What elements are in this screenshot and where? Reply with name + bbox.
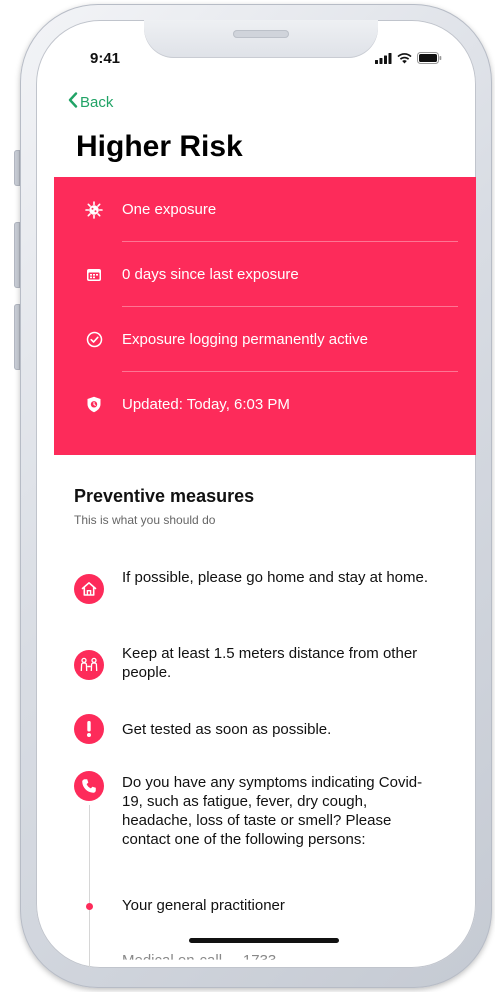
contact-item-medical-on-call[interactable]: Medical on-call ... 1733 bbox=[122, 952, 276, 960]
page-title: Higher Risk bbox=[76, 130, 243, 163]
signal-icon bbox=[375, 51, 392, 69]
risk-row-label: One exposure bbox=[122, 201, 217, 218]
risk-row-logging-status: Exposure logging permanently active bbox=[84, 307, 458, 372]
section-title: Preventive measures bbox=[74, 486, 255, 506]
speaker-grille bbox=[233, 30, 289, 38]
contact-bullet bbox=[86, 903, 93, 910]
back-label: Back bbox=[80, 93, 114, 111]
wifi-icon bbox=[397, 51, 412, 69]
phone-icon bbox=[74, 771, 104, 801]
home-indicator bbox=[189, 938, 339, 943]
risk-summary-card: One exposure 0 days since last exposure … bbox=[54, 177, 476, 455]
status-icons bbox=[375, 51, 442, 69]
battery-icon bbox=[417, 51, 442, 69]
measure-text: Do you have any symptoms indicating Covi… bbox=[122, 774, 423, 848]
exclamation-icon bbox=[74, 714, 104, 744]
risk-row-label: 0 days since last exposure bbox=[122, 266, 299, 283]
risk-row-updated: Updated: Today, 6:03 PM bbox=[84, 372, 458, 437]
measure-item-get-tested: Get tested as soon as possible. bbox=[74, 714, 434, 744]
measure-text: Keep at least 1.5 meters distance from o… bbox=[122, 645, 418, 681]
distance-icon bbox=[74, 650, 104, 680]
status-time: 9:41 bbox=[90, 50, 121, 67]
risk-row-label: Updated: Today, 6:03 PM bbox=[122, 396, 290, 413]
shield-icon bbox=[84, 395, 104, 415]
home-icon bbox=[74, 574, 104, 604]
phone-screen: 9:41 Back Higher Risk One exposure 0 day… bbox=[36, 20, 476, 968]
risk-row-exposures: One exposure bbox=[84, 177, 458, 242]
risk-row-label: Exposure logging permanently active bbox=[122, 331, 368, 348]
measure-item-stay-home: If possible, please go home and stay at … bbox=[74, 568, 434, 604]
stage: 9:41 Back Higher Risk One exposure 0 day… bbox=[0, 0, 495, 992]
section-subtitle: This is what you should do bbox=[74, 513, 216, 527]
measure-text: If possible, please go home and stay at … bbox=[122, 569, 429, 586]
virus-icon bbox=[84, 200, 104, 220]
measure-item-distance: Keep at least 1.5 meters distance from o… bbox=[74, 644, 434, 682]
notch bbox=[144, 20, 378, 58]
measure-item-symptoms: Do you have any symptoms indicating Covi… bbox=[74, 771, 434, 849]
calendar-icon bbox=[84, 265, 104, 285]
check-circle-icon bbox=[84, 330, 104, 350]
risk-row-days-since: 0 days since last exposure bbox=[84, 242, 458, 307]
back-button[interactable]: Back bbox=[68, 92, 113, 112]
chevron-left-icon bbox=[68, 92, 78, 112]
contact-item-general-practitioner[interactable]: Your general practitioner bbox=[122, 897, 285, 914]
measure-text: Get tested as soon as possible. bbox=[122, 721, 332, 738]
